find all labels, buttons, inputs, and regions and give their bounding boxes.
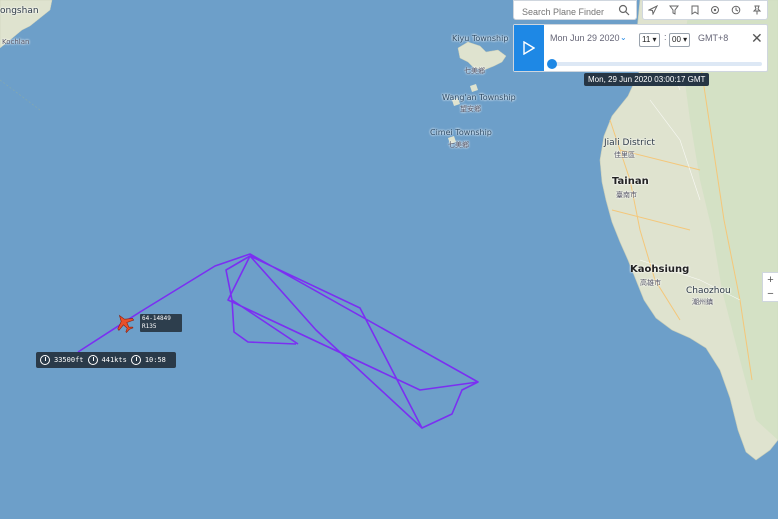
map-label-chaozhou: Chaozhou: [686, 286, 731, 296]
history-icon[interactable]: [729, 3, 743, 17]
bookmark-icon[interactable]: [688, 3, 702, 17]
timezone-label: GMT+8: [698, 33, 729, 43]
altitude-stat: 33500ft: [36, 355, 84, 365]
hour-select[interactable]: 11 ▾: [639, 33, 660, 47]
speed-stat: 441kts: [84, 355, 127, 365]
playback-panel: Mon Jun 29 2020 ⌄ 11 ▾ : 00 ▾ GMT+8 ✕: [513, 24, 768, 72]
filter-icon[interactable]: [667, 3, 681, 17]
altitude-value: 33500ft: [54, 356, 84, 364]
map-label-jiali-sub: 佳里區: [614, 151, 635, 159]
zoom-control: + −: [762, 272, 778, 302]
map-label-cimei-sub: 七美鄉: [448, 141, 469, 149]
map-label-wangan: Wang'an Township: [442, 93, 516, 102]
altitude-icon: [40, 355, 50, 365]
map-label-jiali: Jiali District: [604, 138, 655, 148]
pin-icon[interactable]: [750, 3, 764, 17]
minute-select[interactable]: 00 ▾: [669, 33, 691, 47]
close-icon[interactable]: ✕: [751, 31, 763, 45]
aircraft-registration: 64-14849: [142, 315, 171, 322]
time-tooltip: Mon, 29 Jun 2020 03:00:17 GMT: [584, 73, 710, 86]
speed-value: 441kts: [101, 356, 127, 364]
map-label-tainan: Tainan: [612, 176, 649, 187]
date-picker[interactable]: Mon Jun 29 2020: [550, 33, 620, 43]
location-icon[interactable]: [646, 3, 660, 17]
zoom-out-button[interactable]: −: [763, 287, 778, 301]
aircraft-label[interactable]: 64-14849 R135: [140, 314, 182, 332]
time-slider-handle[interactable]: [547, 59, 558, 69]
clock-icon: [130, 355, 141, 365]
map-label-kiyu: Kiyu Township: [452, 34, 509, 43]
map-toolbar: [642, 0, 768, 20]
time-separator: :: [664, 32, 667, 42]
speed-icon: [87, 355, 98, 365]
time-slider[interactable]: [547, 59, 762, 69]
map-label-tl: ongshan: [0, 6, 39, 16]
plane-finder-search[interactable]: [513, 0, 637, 21]
settings-icon[interactable]: [708, 3, 722, 17]
map-label-wangan-sub: 望安鄉: [460, 105, 481, 113]
time-stat: 10:58: [127, 355, 166, 365]
search-icon[interactable]: [618, 4, 630, 16]
play-icon: [523, 41, 535, 55]
map-label-chaozhou-sub: 潮州鎮: [692, 298, 713, 306]
zoom-in-button[interactable]: +: [763, 273, 778, 287]
map-label-kaohsiung: Kaohsiung: [630, 264, 690, 275]
aircraft-stats-bar: 33500ft 441kts 10:58: [36, 352, 176, 368]
map-label-kiyu-sub: 七美鄉: [464, 67, 485, 75]
map-label-cimei: Cimei Township: [430, 128, 492, 137]
play-button[interactable]: [514, 25, 544, 71]
map-label-tl-sub: Kochlan: [2, 38, 30, 46]
map-label-kaohsiung-sub: 高雄市: [640, 279, 661, 287]
search-input[interactable]: [520, 3, 620, 21]
chevron-down-icon[interactable]: ⌄: [620, 33, 627, 42]
aircraft-type: R135: [142, 323, 157, 330]
time-value: 10:58: [144, 356, 166, 364]
map-label-tainan-sub: 臺南市: [616, 191, 637, 199]
